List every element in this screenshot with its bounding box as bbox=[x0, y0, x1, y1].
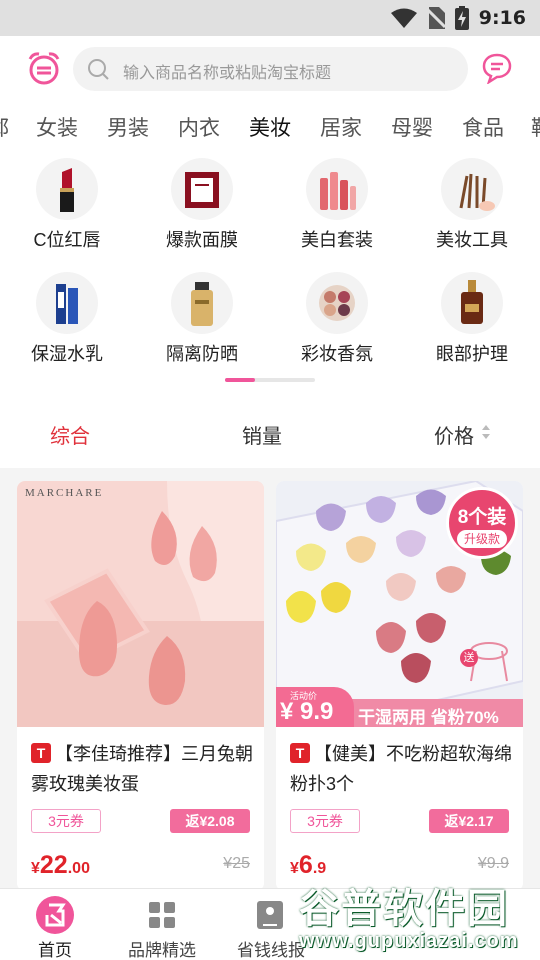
coupon-badge: 3元券 bbox=[31, 809, 101, 833]
sort-toggle-icon bbox=[482, 425, 490, 439]
rebate-badge: 返¥2.08 bbox=[170, 809, 250, 833]
search-input[interactable]: 输入商品名称或粘贴淘宝标题 bbox=[123, 59, 331, 83]
product-card[interactable]: MARCHARE T 【李佳琦推荐】三月兔朝雾玫瑰美妆蛋 3元券 返¥2.08 ¥… bbox=[17, 481, 264, 891]
skincare-set-icon bbox=[306, 158, 368, 220]
product-image: 8个装 升级款 送 活动价 ¥ 9.9 干湿两用 省粉70% bbox=[276, 481, 523, 727]
watermark: 谷普软件园 www.gupuxiazai.com bbox=[293, 876, 540, 960]
tab-home-page[interactable]: 首页 bbox=[0, 889, 110, 960]
serum-bottle-icon bbox=[441, 272, 503, 334]
subcat-makeup-tools[interactable]: 美妆工具 bbox=[405, 148, 539, 258]
sort-bar: 综合 销量 价格 bbox=[0, 400, 540, 468]
tab-label: 品牌精选 bbox=[128, 941, 196, 960]
price: ¥22.00 bbox=[31, 851, 90, 879]
product-title-text: 【健美】不吃粉超软海绵粉扑3个 bbox=[290, 744, 512, 794]
makeup-brushes-icon bbox=[441, 158, 503, 220]
coupon-bag-icon bbox=[257, 901, 283, 929]
subcat-label: 眼部护理 bbox=[436, 344, 508, 364]
badge-sub: 升级款 bbox=[457, 530, 507, 548]
subcat-label: 彩妆香氛 bbox=[301, 344, 373, 364]
promo-text: 干湿两用 省粉70% bbox=[358, 708, 499, 727]
sort-sales[interactable]: 销量 bbox=[242, 420, 282, 449]
lotion-bottle-icon bbox=[36, 272, 98, 334]
tab-brand-picks[interactable]: 品牌精选 bbox=[107, 889, 217, 960]
coupon-badge: 3元券 bbox=[290, 809, 360, 833]
subcat-label: 隔离防晒 bbox=[166, 344, 238, 364]
header: 输入商品名称或粘贴淘宝标题 bbox=[0, 36, 540, 106]
wifi-icon bbox=[390, 8, 417, 28]
alarm-clock-logo-icon[interactable] bbox=[26, 50, 62, 86]
sort-comprehensive[interactable]: 综合 bbox=[50, 420, 90, 449]
tab-underwear[interactable]: 内衣 bbox=[178, 112, 220, 142]
sort-price[interactable]: 价格 bbox=[434, 420, 474, 449]
grid-page-indicator bbox=[225, 378, 315, 382]
tab-women[interactable]: 女装 bbox=[36, 112, 78, 142]
watermark-url: www.gupuxiazai.com bbox=[299, 930, 519, 952]
subcat-face-mask[interactable]: 爆款面膜 bbox=[135, 148, 269, 258]
tab-category-0[interactable]: 鄣 bbox=[0, 112, 9, 142]
tmall-badge-icon: T bbox=[31, 743, 51, 763]
original-price: ¥25 bbox=[223, 855, 250, 872]
subcat-makeup-fragrance[interactable]: 彩妆香氛 bbox=[270, 262, 404, 372]
tab-men[interactable]: 男装 bbox=[107, 112, 149, 142]
subcat-label: 爆款面膜 bbox=[166, 230, 238, 250]
search-icon bbox=[88, 59, 109, 80]
rebate-home-icon bbox=[36, 896, 74, 934]
gift-label: 送 bbox=[460, 649, 478, 667]
product-title-text: 【李佳琦推荐】三月兔朝雾玫瑰美妆蛋 bbox=[31, 744, 253, 794]
product-title: T 【健美】不吃粉超软海绵粉扑3个 bbox=[290, 739, 512, 799]
subcat-label: C位红唇 bbox=[33, 230, 101, 250]
subcat-label: 保湿水乳 bbox=[31, 344, 103, 364]
subcat-label: 美妆工具 bbox=[436, 230, 508, 250]
subcat-eye-care[interactable]: 眼部护理 bbox=[405, 262, 539, 372]
product-card[interactable]: 8个装 升级款 送 活动价 ¥ 9.9 干湿两用 省粉70% T 【健美】不吃粉超… bbox=[276, 481, 523, 891]
subcat-whitening-set[interactable]: 美白套装 bbox=[270, 148, 404, 258]
sunscreen-icon bbox=[171, 272, 233, 334]
subcat-lipstick[interactable]: C位红唇 bbox=[0, 148, 134, 258]
face-mask-box-icon bbox=[171, 158, 233, 220]
original-price: ¥9.9 bbox=[477, 855, 509, 872]
lipstick-icon bbox=[36, 158, 98, 220]
product-title: T 【李佳琦推荐】三月兔朝雾玫瑰美妆蛋 bbox=[31, 739, 253, 799]
grid-squares-icon bbox=[149, 902, 175, 928]
subcat-sunscreen[interactable]: 隔离防晒 bbox=[135, 262, 269, 372]
tab-food[interactable]: 食品 bbox=[462, 112, 504, 142]
no-sim-icon bbox=[426, 7, 445, 29]
tab-baby[interactable]: 母婴 bbox=[391, 112, 433, 142]
clock: 9:16 bbox=[478, 7, 526, 29]
tab-beauty[interactable]: 美妆 bbox=[249, 112, 291, 142]
brand-label: MARCHARE bbox=[25, 487, 104, 499]
badge-main: 8个装 bbox=[457, 507, 507, 528]
promo-price-tag: 活动价 ¥ 9.9 bbox=[276, 687, 354, 727]
tab-shoes[interactable]: 鞋 bbox=[531, 112, 540, 142]
promo-price: ¥ 9.9 bbox=[280, 698, 334, 725]
category-tabs: 鄣 女装 男装 内衣 美妆 居家 母婴 食品 鞋 bbox=[0, 106, 540, 148]
quantity-badge: 8个装 升级款 bbox=[446, 487, 518, 559]
tab-home[interactable]: 居家 bbox=[320, 112, 362, 142]
chat-bubble-icon[interactable] bbox=[481, 52, 513, 84]
tab-label: 首页 bbox=[38, 941, 72, 960]
subcat-label: 美白套装 bbox=[301, 230, 373, 250]
eyeshadow-palette-icon bbox=[306, 272, 368, 334]
rebate-badge: 返¥2.17 bbox=[429, 809, 509, 833]
product-image: MARCHARE bbox=[17, 481, 264, 727]
battery-charging-icon bbox=[454, 6, 469, 30]
status-bar: 9:16 bbox=[0, 0, 540, 36]
tmall-badge-icon: T bbox=[290, 743, 310, 763]
subcat-moisturizer[interactable]: 保湿水乳 bbox=[0, 262, 134, 372]
watermark-title: 谷普软件园 bbox=[299, 887, 509, 931]
search-bar[interactable]: 输入商品名称或粘贴淘宝标题 bbox=[73, 47, 468, 91]
